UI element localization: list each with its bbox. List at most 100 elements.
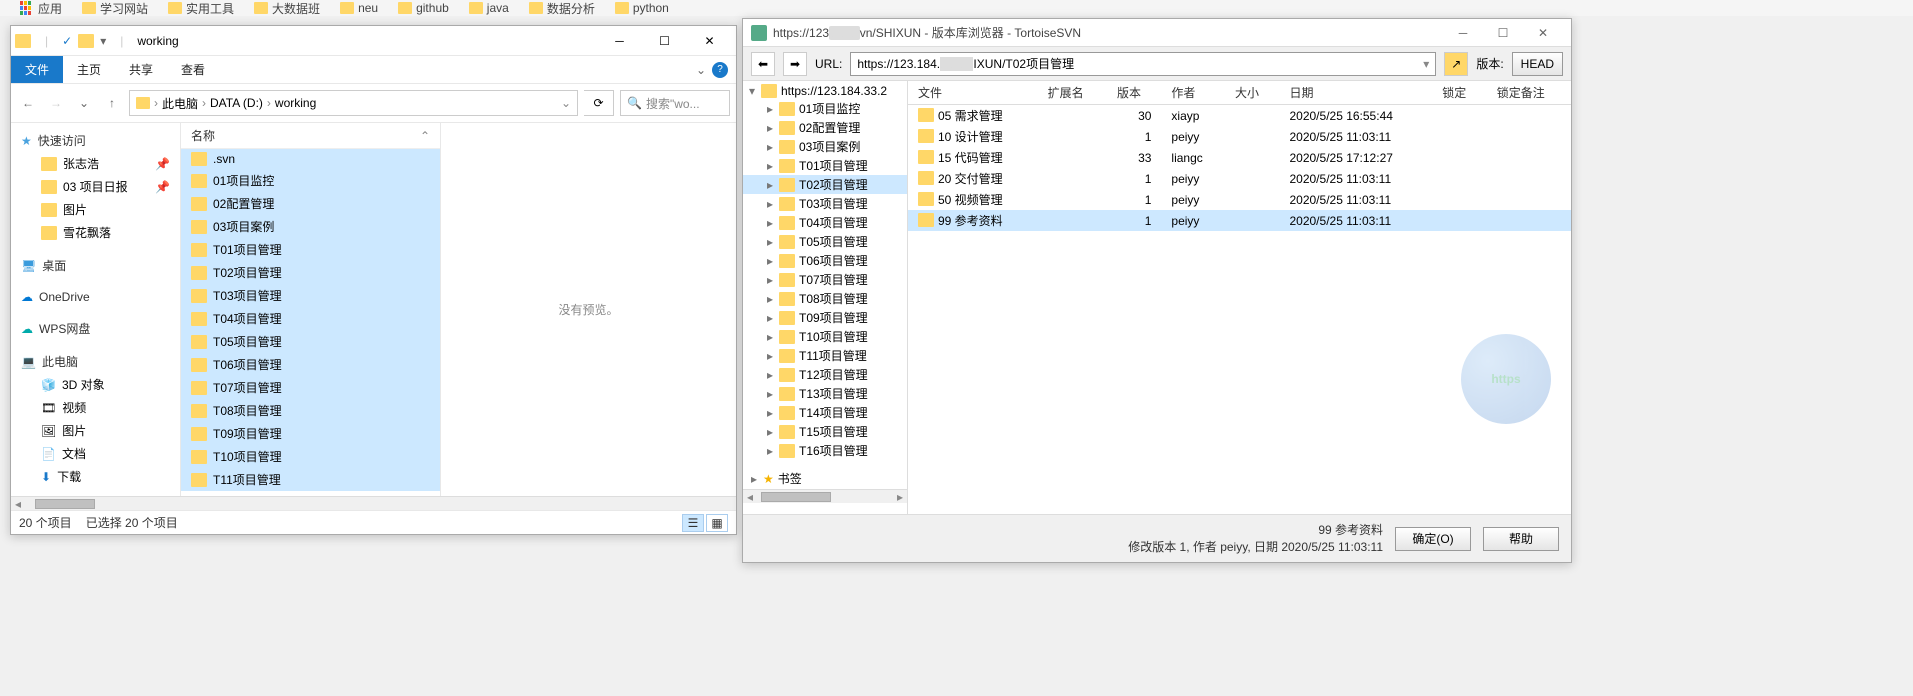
column-header[interactable]: 日期 bbox=[1279, 81, 1432, 105]
help-icon[interactable]: ? bbox=[712, 62, 728, 78]
tree-node[interactable]: ▸T15项目管理 bbox=[743, 422, 907, 441]
help-button[interactable]: 帮助 bbox=[1483, 527, 1559, 551]
file-list[interactable]: 名称⌃ .svn01项目监控02配置管理03项目案例T01项目管理T02项目管理… bbox=[181, 123, 441, 496]
file-row[interactable]: T04项目管理 bbox=[181, 307, 440, 330]
svn-titlebar[interactable]: https://123........vn/SHIXUN - 版本库浏览器 - … bbox=[743, 19, 1571, 47]
file-row[interactable]: T02项目管理 bbox=[181, 261, 440, 284]
bookmark-item[interactable]: 数据分析 bbox=[529, 0, 595, 16]
tree-node[interactable]: ▸03项目案例 bbox=[743, 137, 907, 156]
tree-root[interactable]: ▾https://123.184.33.2 bbox=[743, 83, 907, 99]
sort-icon[interactable]: ⌃ bbox=[420, 129, 430, 143]
nav-item[interactable]: 雪花飘落 bbox=[11, 221, 180, 244]
bookmark-apps[interactable]: 应用 bbox=[20, 0, 62, 16]
this-pc-header[interactable]: 💻此电脑 bbox=[11, 350, 180, 373]
list-row[interactable]: 20 交付管理1peiyy2020/5/25 11:03:11 bbox=[908, 168, 1571, 189]
tree-node[interactable]: ▸T01项目管理 bbox=[743, 156, 907, 175]
tree-node[interactable]: ▸T08项目管理 bbox=[743, 289, 907, 308]
bookmark-item[interactable]: github bbox=[398, 0, 449, 16]
list-row[interactable]: 05 需求管理30xiayp2020/5/25 16:55:44 bbox=[908, 105, 1571, 127]
tree-node[interactable]: ▸T05项目管理 bbox=[743, 232, 907, 251]
icons-view-button[interactable]: ▦ bbox=[706, 514, 728, 532]
nav-item[interactable]: 🖼图片 bbox=[11, 419, 180, 442]
file-row[interactable]: 01项目监控 bbox=[181, 169, 440, 192]
bookmarks-section[interactable]: ▸★书签 bbox=[743, 468, 907, 489]
tab-file[interactable]: 文件 bbox=[11, 56, 63, 83]
tree-node[interactable]: ▸01项目监控 bbox=[743, 99, 907, 118]
file-row[interactable]: T05项目管理 bbox=[181, 330, 440, 353]
file-list[interactable]: 文件扩展名版本作者大小日期锁定锁定备注 05 需求管理30xiayp2020/5… bbox=[908, 81, 1571, 514]
tree-node[interactable]: ▸T10项目管理 bbox=[743, 327, 907, 346]
go-button[interactable]: ↗ bbox=[1444, 52, 1468, 76]
column-header[interactable]: 大小 bbox=[1225, 81, 1279, 105]
desktop-header[interactable]: 🖥桌面 bbox=[11, 254, 180, 277]
bookmark-item[interactable]: 实用工具 bbox=[168, 0, 234, 16]
column-header[interactable]: 锁定 bbox=[1432, 81, 1486, 105]
breadcrumb-segment[interactable]: DATA (D:) bbox=[210, 96, 263, 110]
column-header[interactable]: 锁定备注 bbox=[1487, 81, 1571, 105]
tab-view[interactable]: 查看 bbox=[167, 56, 219, 83]
tree-node[interactable]: ▸T09项目管理 bbox=[743, 308, 907, 327]
ok-button[interactable]: 确定(O) bbox=[1395, 527, 1471, 551]
forward-button[interactable]: ➡ bbox=[783, 52, 807, 76]
explorer-titlebar[interactable]: | ✓ ▾ | working ─ ☐ ✕ bbox=[11, 26, 736, 56]
tree-node[interactable]: ▸T02项目管理 bbox=[743, 175, 907, 194]
nav-item[interactable]: 图片 bbox=[11, 198, 180, 221]
column-header[interactable]: 文件 bbox=[908, 81, 1038, 105]
nav-item[interactable]: 张志浩📌 bbox=[11, 152, 180, 175]
tree-node[interactable]: ▸T07项目管理 bbox=[743, 270, 907, 289]
file-row[interactable]: T09项目管理 bbox=[181, 422, 440, 445]
refresh-button[interactable]: ⟳ bbox=[584, 90, 614, 116]
checkmark-icon[interactable]: ✓ bbox=[62, 34, 72, 48]
breadcrumb[interactable]: › 此电脑 › DATA (D:) › working ⌄ bbox=[129, 90, 578, 116]
list-row[interactable]: 50 视频管理1peiyy2020/5/25 11:03:11 bbox=[908, 189, 1571, 210]
dropdown-icon[interactable]: ▾ bbox=[1423, 57, 1429, 71]
search-input[interactable]: 🔍 搜索"wo... bbox=[620, 90, 730, 116]
up-button[interactable]: ↑ bbox=[101, 92, 123, 114]
bookmark-item[interactable]: neu bbox=[340, 0, 378, 16]
list-row[interactable]: 99 参考资料1peiyy2020/5/25 11:03:11 bbox=[908, 210, 1571, 231]
minimize-button[interactable]: ─ bbox=[1443, 20, 1483, 46]
tree-node[interactable]: ▸T16项目管理 bbox=[743, 441, 907, 460]
tree-node[interactable]: ▸T03项目管理 bbox=[743, 194, 907, 213]
file-row[interactable]: 03项目案例 bbox=[181, 215, 440, 238]
bookmark-item[interactable]: 大数据班 bbox=[254, 0, 320, 16]
bookmark-item[interactable]: 学习网站 bbox=[82, 0, 148, 16]
bookmark-item[interactable]: python bbox=[615, 0, 669, 16]
tree-node[interactable]: ▸T06项目管理 bbox=[743, 251, 907, 270]
expand-ribbon-icon[interactable]: ⌄ bbox=[696, 63, 706, 77]
folder-icon[interactable] bbox=[78, 34, 94, 48]
column-header[interactable]: 作者 bbox=[1161, 81, 1225, 105]
onedrive-header[interactable]: ☁OneDrive bbox=[11, 287, 180, 307]
breadcrumb-dropdown-icon[interactable]: ⌄ bbox=[561, 96, 571, 110]
forward-button[interactable]: → bbox=[45, 92, 67, 114]
column-header[interactable]: 扩展名 bbox=[1038, 81, 1107, 105]
file-row[interactable]: 02配置管理 bbox=[181, 192, 440, 215]
file-row[interactable]: T08项目管理 bbox=[181, 399, 440, 422]
file-row[interactable]: T03项目管理 bbox=[181, 284, 440, 307]
breadcrumb-segment[interactable]: 此电脑 bbox=[162, 95, 198, 112]
tree-node[interactable]: ▸T04项目管理 bbox=[743, 213, 907, 232]
recent-dropdown[interactable]: ⌄ bbox=[73, 92, 95, 114]
nav-item[interactable]: 🎞视频 bbox=[11, 396, 180, 419]
back-button[interactable]: ⬅ bbox=[751, 52, 775, 76]
repo-tree[interactable]: ▾https://123.184.33.2 ▸01项目监控▸02配置管理▸03项… bbox=[743, 81, 908, 514]
minimize-button[interactable]: ─ bbox=[597, 27, 642, 55]
nav-item[interactable]: 📄文档 bbox=[11, 442, 180, 465]
wps-header[interactable]: ☁WPS网盘 bbox=[11, 317, 180, 340]
revision-button[interactable]: HEAD bbox=[1512, 52, 1563, 76]
details-view-button[interactable]: ☰ bbox=[682, 514, 704, 532]
tree-node[interactable]: ▸T13项目管理 bbox=[743, 384, 907, 403]
breadcrumb-segment[interactable]: working bbox=[275, 96, 316, 110]
nav-item[interactable]: 🧊3D 对象 bbox=[11, 373, 180, 396]
scroll-left-icon[interactable]: ◂ bbox=[11, 497, 25, 511]
back-button[interactable]: ← bbox=[17, 92, 39, 114]
list-row[interactable]: 10 设计管理1peiyy2020/5/25 11:03:11 bbox=[908, 126, 1571, 147]
tab-share[interactable]: 共享 bbox=[115, 56, 167, 83]
list-row[interactable]: 15 代码管理33liangc2020/5/25 17:12:27 bbox=[908, 147, 1571, 168]
file-row[interactable]: T01项目管理 bbox=[181, 238, 440, 261]
quick-access-header[interactable]: ★快速访问 bbox=[11, 129, 180, 152]
file-row[interactable]: T10项目管理 bbox=[181, 445, 440, 468]
nav-item[interactable]: ⬇下载 bbox=[11, 465, 180, 488]
url-input[interactable]: https://123.184...........IXUN/T02项目管理 ▾ bbox=[850, 52, 1436, 76]
horizontal-scrollbar[interactable]: ◂ bbox=[11, 496, 736, 510]
